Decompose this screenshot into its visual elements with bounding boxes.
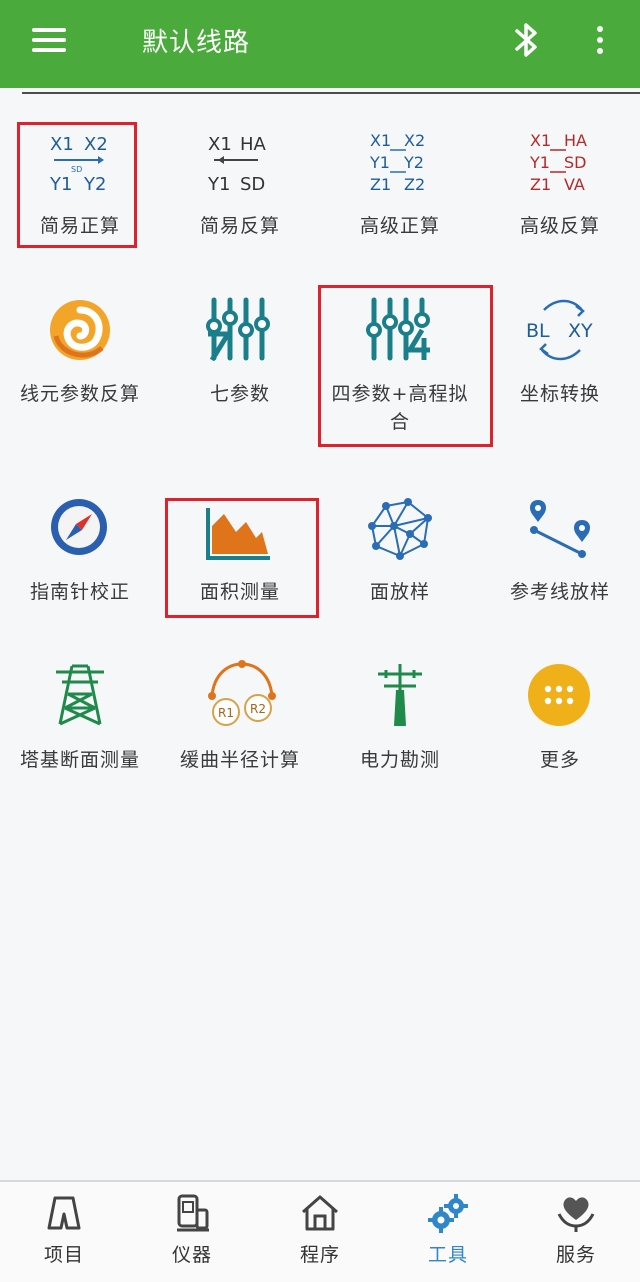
tool-label: 参考线放样 bbox=[509, 581, 610, 603]
tool-power-survey[interactable]: 电力勘测 bbox=[320, 656, 480, 786]
svg-text:X1: X1 bbox=[530, 131, 551, 150]
app-bar: 默认线路 bbox=[0, 0, 640, 88]
four-params-height-fit-icon bbox=[366, 297, 430, 361]
svg-text:SD: SD bbox=[71, 165, 82, 174]
svg-text:X2: X2 bbox=[404, 131, 425, 150]
gears-icon bbox=[428, 1194, 468, 1233]
bottom-tab-bar: 项目 仪器 程序 工具 服务 bbox=[0, 1180, 640, 1282]
svg-text:Y1: Y1 bbox=[529, 153, 550, 172]
svg-text:Y2: Y2 bbox=[83, 174, 106, 195]
reference-line-stakeout-icon bbox=[530, 500, 590, 558]
svg-text:HA: HA bbox=[564, 131, 587, 150]
more-apps-icon bbox=[528, 664, 590, 726]
tool-simple-inverse-calc[interactable]: X1 HA Y1 SD 简易反算 bbox=[160, 118, 320, 258]
spiral-icon bbox=[50, 300, 110, 360]
tool-more[interactable]: 更多 bbox=[480, 656, 640, 786]
surface-stakeout-icon bbox=[368, 498, 432, 560]
svg-text:Z1: Z1 bbox=[530, 175, 551, 194]
tab-project[interactable]: 项目 bbox=[0, 1182, 128, 1282]
project-icon bbox=[47, 1196, 81, 1230]
svg-text:Y1: Y1 bbox=[369, 153, 390, 172]
service-icon bbox=[557, 1197, 595, 1232]
power-pole-icon bbox=[378, 664, 422, 726]
svg-text:VA: VA bbox=[564, 175, 585, 194]
tab-program[interactable]: 程序 bbox=[256, 1182, 384, 1282]
menu-icon[interactable] bbox=[30, 22, 70, 62]
svg-text:R2: R2 bbox=[250, 702, 266, 716]
tool-label: 面放样 bbox=[369, 581, 430, 603]
svg-text:X2: X2 bbox=[84, 134, 108, 155]
tab-tools[interactable]: 工具 bbox=[384, 1182, 512, 1282]
power-tower-icon bbox=[56, 664, 104, 726]
svg-text:Y1: Y1 bbox=[49, 174, 72, 195]
tool-coordinate-transform[interactable]: BL XY 坐标转换 bbox=[480, 290, 640, 420]
tool-label: 坐标转换 bbox=[519, 383, 600, 405]
svg-text:Y2: Y2 bbox=[403, 153, 424, 172]
home-icon bbox=[302, 1195, 338, 1231]
curve-radius-icon: R1 R2 bbox=[208, 660, 276, 726]
tool-label: 塔基断面测量 bbox=[19, 749, 140, 771]
tab-label: 项目 bbox=[43, 1244, 84, 1266]
svg-text:X1: X1 bbox=[370, 131, 391, 150]
tool-label: 高级反算 bbox=[519, 215, 600, 237]
tool-label: 四参数+高程拟合 bbox=[331, 383, 469, 433]
tool-line-element-inverse[interactable]: 线元参数反算 bbox=[0, 290, 160, 420]
tool-reference-line-stakeout[interactable]: 参考线放样 bbox=[480, 490, 640, 620]
svg-text:R1: R1 bbox=[218, 706, 234, 720]
tool-label: 电力勘测 bbox=[359, 749, 440, 771]
svg-text:SD: SD bbox=[564, 153, 586, 172]
page-title: 默认线路 bbox=[142, 28, 251, 58]
tool-tower-section-survey[interactable]: 塔基断面测量 bbox=[0, 656, 160, 786]
tool-label: 指南针校正 bbox=[29, 581, 130, 603]
seven-params-icon bbox=[206, 297, 270, 362]
tab-label: 仪器 bbox=[171, 1244, 212, 1266]
svg-text:SD: SD bbox=[240, 174, 265, 195]
tab-label: 服务 bbox=[555, 1244, 596, 1266]
simple-forward-calc-icon: X1 X2 Y1 Y2 SD bbox=[49, 134, 108, 195]
tool-label: 简易反算 bbox=[199, 215, 280, 237]
compass-icon bbox=[51, 499, 107, 555]
svg-text:X1: X1 bbox=[208, 134, 232, 155]
tool-advanced-inverse-calc[interactable]: X1 HA Y1 SD Z1 VA 高级反算 bbox=[480, 118, 640, 258]
tab-label: 程序 bbox=[299, 1244, 340, 1266]
area-chart-icon bbox=[206, 508, 270, 560]
bluetooth-icon[interactable] bbox=[510, 20, 544, 60]
tab-service[interactable]: 服务 bbox=[512, 1182, 640, 1282]
tool-label: 线元参数反算 bbox=[19, 383, 140, 405]
tool-label: 更多 bbox=[539, 749, 580, 771]
tool-label: 缓曲半径计算 bbox=[179, 749, 300, 771]
svg-text:HA: HA bbox=[240, 134, 267, 155]
tool-label: 简易正算 bbox=[39, 215, 120, 237]
svg-text:X1: X1 bbox=[50, 134, 74, 155]
svg-text:Z2: Z2 bbox=[404, 175, 425, 194]
tool-compass-calibration[interactable]: 指南针校正 bbox=[0, 490, 160, 620]
svg-text:XY: XY bbox=[568, 320, 593, 342]
svg-text:BL: BL bbox=[526, 320, 550, 342]
simple-inverse-calc-icon: X1 HA Y1 SD bbox=[207, 134, 267, 195]
tool-four-params-height-fit[interactable]: 四参数+高程拟合 bbox=[320, 290, 490, 440]
tool-label: 高级正算 bbox=[359, 215, 440, 237]
tool-label: 面积测量 bbox=[199, 581, 280, 603]
coordinate-transform-icon: BL XY bbox=[526, 299, 593, 361]
tab-label: 工具 bbox=[427, 1244, 468, 1266]
svg-text:Z1: Z1 bbox=[370, 175, 391, 194]
tool-curve-radius-calc[interactable]: R1 R2 缓曲半径计算 bbox=[160, 656, 320, 786]
svg-text:Y1: Y1 bbox=[207, 174, 230, 195]
header-divider bbox=[22, 92, 640, 94]
advanced-forward-calc-icon: X1 X2 Y1 Y2 Z1 Z2 bbox=[369, 131, 425, 194]
tab-instrument[interactable]: 仪器 bbox=[128, 1182, 256, 1282]
tool-label: 七参数 bbox=[209, 383, 270, 405]
tool-surface-stakeout[interactable]: 面放样 bbox=[320, 490, 480, 620]
tool-seven-params[interactable]: 七参数 bbox=[160, 290, 320, 420]
tool-area-measure[interactable]: 面积测量 bbox=[160, 490, 320, 620]
advanced-inverse-calc-icon: X1 HA Y1 SD Z1 VA bbox=[529, 131, 587, 194]
tool-simple-forward-calc[interactable]: X1 X2 Y1 Y2 SD 简易正算 bbox=[0, 118, 160, 258]
tool-advanced-forward-calc[interactable]: X1 X2 Y1 Y2 Z1 Z2 高级正算 bbox=[320, 118, 480, 258]
more-vertical-icon[interactable] bbox=[586, 20, 614, 60]
instrument-icon bbox=[177, 1194, 209, 1232]
